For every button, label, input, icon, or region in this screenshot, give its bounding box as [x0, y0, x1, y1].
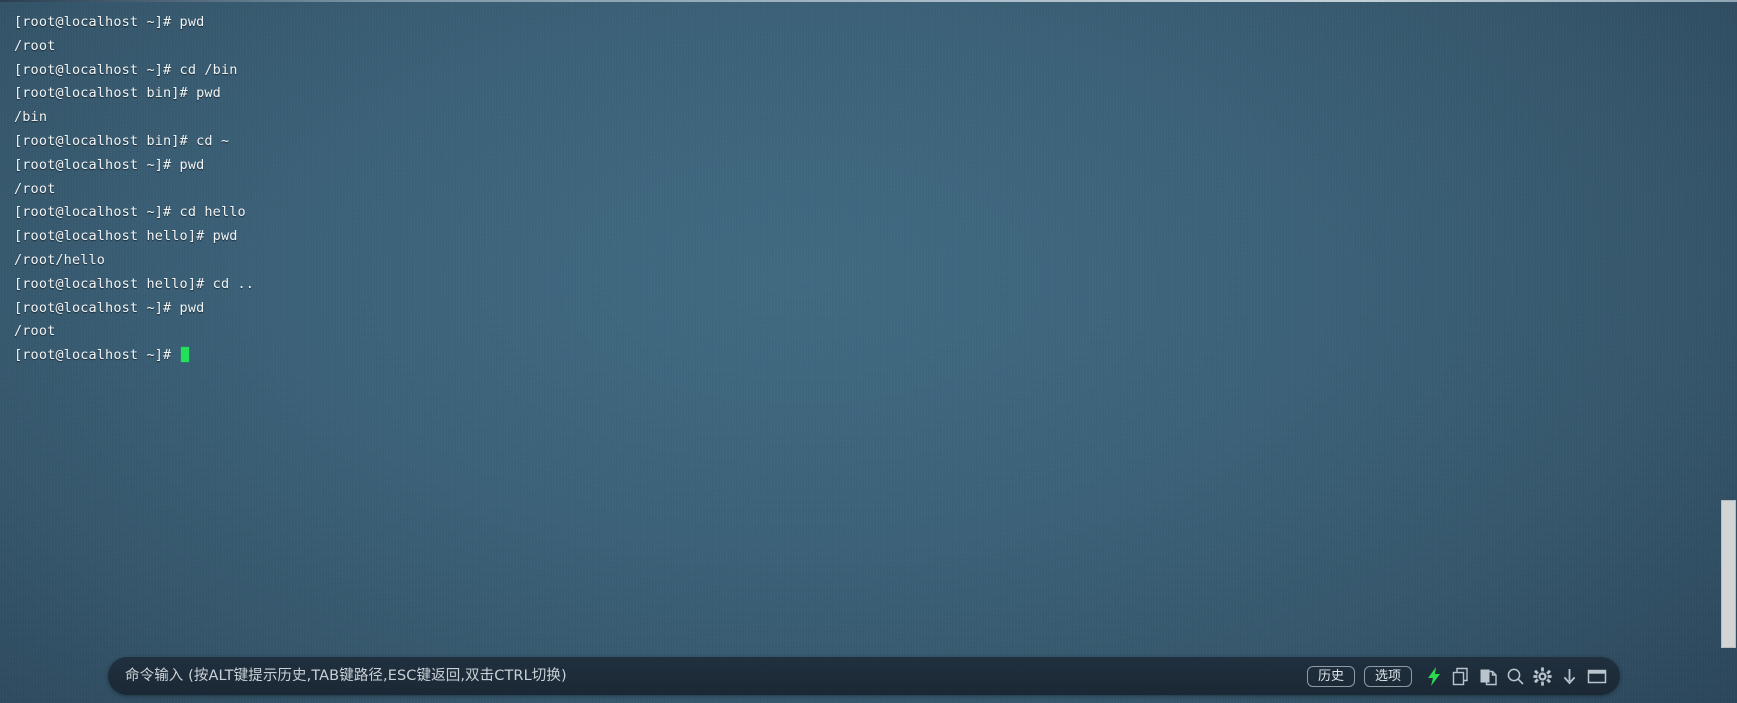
terminal-line: [root@localhost ~]# pwd: [14, 156, 205, 173]
window-icon[interactable]: [1583, 663, 1610, 690]
scrollbar-thumb[interactable]: [1721, 500, 1736, 648]
terminal-line: [root@localhost ~]# pwd: [14, 14, 205, 30]
terminal-line: [root@localhost bin]# cd ~: [14, 132, 230, 149]
terminal-line: [root@localhost ~]# pwd: [14, 299, 205, 316]
download-arrow-icon[interactable]: [1556, 663, 1583, 690]
terminal-line: [root@localhost bin]# pwd: [14, 85, 221, 102]
lightning-icon[interactable]: [1421, 663, 1448, 690]
terminal-line: /root: [14, 37, 56, 54]
terminal-line: [root@localhost hello]# pwd: [14, 228, 238, 245]
copy-icon[interactable]: [1448, 663, 1475, 690]
terminal-prompt-line: [root@localhost ~]#: [14, 344, 1694, 368]
terminal-window: [root@localhost ~]# pwd/root [root@localh…: [0, 0, 1737, 703]
terminal-line: /root: [14, 180, 56, 197]
terminal-line: /root: [14, 323, 56, 340]
terminal-line: /bin: [14, 109, 48, 126]
terminal-output[interactable]: [root@localhost ~]# pwd/root [root@localh…: [14, 11, 1694, 368]
terminal-line: [root@localhost ~]# cd hello: [14, 204, 246, 221]
command-bar-actions: 历史 选项: [1307, 663, 1620, 690]
terminal-cursor: [180, 347, 189, 363]
terminal-line: /root/hello: [14, 251, 106, 268]
window-top-highlight: [0, 0, 1737, 2]
terminal-line: [root@localhost ~]# cd /bin: [14, 61, 238, 78]
gear-icon[interactable]: [1529, 663, 1556, 690]
options-button[interactable]: 选项: [1364, 665, 1412, 687]
paste-icon[interactable]: [1475, 663, 1502, 690]
command-bar: 历史 选项: [108, 657, 1620, 695]
command-input[interactable]: [108, 657, 1307, 695]
search-icon[interactable]: [1502, 663, 1529, 690]
terminal-prompt: [root@localhost ~]#: [14, 347, 180, 364]
terminal-line: [root@localhost hello]# cd ..: [14, 275, 255, 292]
scrollbar-track[interactable]: [1720, 0, 1737, 703]
history-button[interactable]: 历史: [1307, 665, 1355, 687]
